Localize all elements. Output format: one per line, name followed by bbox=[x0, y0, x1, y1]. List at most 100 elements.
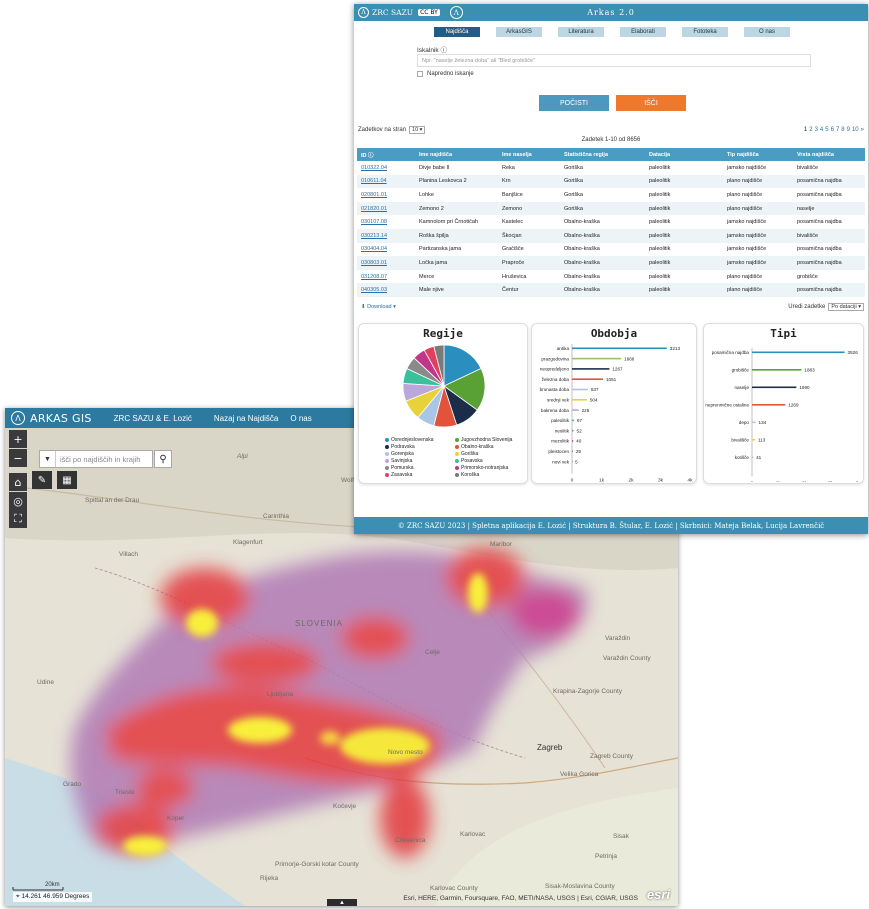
sort-select[interactable]: Po dataciji ▾ bbox=[828, 303, 864, 311]
nav-back-to-sites[interactable]: Nazaj na Najdišča bbox=[214, 414, 278, 423]
clear-button[interactable]: POČISTI bbox=[539, 95, 609, 111]
table-row[interactable]: 020801.01 Lohke Banjšice Goriška paleolitik p… bbox=[357, 188, 865, 202]
table-row[interactable]: 021820.01 Zemono 2 Zemono Goriška paleolitik… bbox=[357, 201, 865, 216]
col-site-type[interactable]: Tip najdišča bbox=[723, 148, 793, 161]
collapse-panel-button[interactable]: ▲ bbox=[327, 899, 357, 906]
fullscreen-icon[interactable]: ⛶ bbox=[9, 510, 27, 528]
per-page-select[interactable]: 10 ▾ bbox=[409, 126, 426, 134]
locate-icon[interactable]: ◎ bbox=[9, 492, 27, 510]
legend-item[interactable]: Posavska bbox=[455, 458, 515, 464]
search-button[interactable]: IŠČI bbox=[616, 95, 686, 111]
zoom-in-button[interactable]: + bbox=[9, 430, 27, 448]
col-site-kind[interactable]: Vrsta najdišča bbox=[793, 148, 865, 161]
page-8[interactable]: 8 bbox=[841, 127, 844, 133]
page-6[interactable]: 6 bbox=[831, 127, 834, 133]
bar[interactable] bbox=[572, 429, 574, 432]
nav-about[interactable]: O nas bbox=[290, 414, 311, 423]
bar[interactable] bbox=[752, 369, 802, 371]
table-row[interactable]: 010611.04 Planina Leskovca 2 Krn Goriška pal… bbox=[357, 174, 865, 189]
col-site-name[interactable]: Ime najdišča bbox=[415, 148, 498, 161]
zoom-out-button[interactable]: − bbox=[9, 449, 27, 467]
bar[interactable] bbox=[572, 450, 573, 453]
bar[interactable] bbox=[752, 456, 754, 459]
tab-o-nas[interactable]: O nas bbox=[744, 27, 790, 37]
bar[interactable] bbox=[752, 351, 845, 354]
legend-item[interactable]: Koroška bbox=[455, 472, 515, 478]
site-id-link[interactable]: 030213.14 bbox=[357, 228, 415, 243]
basemap-gallery-icon[interactable]: ▦ bbox=[57, 471, 77, 489]
table-row[interactable]: 030107.08 Kamnolom pri Črnotičah Kastelec O… bbox=[357, 215, 865, 229]
page-5[interactable]: 5 bbox=[825, 127, 828, 133]
bar[interactable] bbox=[572, 409, 579, 411]
col-region[interactable]: Statistična regija bbox=[560, 148, 645, 161]
table-row[interactable]: 010322.04 Divje babe II Reka Goriška paleoli… bbox=[357, 161, 865, 175]
legend-item[interactable]: Gorenjska bbox=[385, 451, 455, 457]
legend-item[interactable]: Primorsko-notranjska bbox=[455, 465, 515, 471]
page-10[interactable]: 10 bbox=[852, 127, 859, 133]
advanced-search-toggle[interactable]: Napredno iskanje bbox=[417, 71, 474, 77]
site-id-link[interactable]: 030803.01 bbox=[357, 256, 415, 270]
tab-elaborati[interactable]: Elaborati bbox=[620, 27, 666, 37]
download-button[interactable]: ⬇ Download ▾ bbox=[361, 304, 396, 310]
legend-item[interactable]: Obalno-kraška bbox=[455, 444, 515, 450]
legend-item[interactable]: Podravska bbox=[385, 444, 455, 450]
table-row[interactable]: 030213.14 Roška špilja Škocjan Obalno-krašk… bbox=[357, 228, 865, 243]
bar[interactable] bbox=[572, 357, 622, 360]
bar[interactable] bbox=[572, 378, 604, 380]
page-7[interactable]: 7 bbox=[836, 127, 839, 133]
site-id-link[interactable]: 030107.08 bbox=[357, 215, 415, 229]
page-next[interactable]: » bbox=[861, 127, 864, 133]
page-9[interactable]: 9 bbox=[847, 127, 850, 133]
table-cell: Goriška bbox=[560, 174, 645, 189]
site-id-link[interactable]: 031208.07 bbox=[357, 270, 415, 284]
bar[interactable] bbox=[572, 419, 574, 422]
legend-item[interactable]: Goriška bbox=[455, 451, 515, 457]
tab-fototeka[interactable]: Fototeka bbox=[682, 27, 728, 37]
legend-label: Osrednjeslovenska bbox=[391, 437, 434, 443]
site-id-link[interactable]: 020801.01 bbox=[357, 188, 415, 202]
bar[interactable] bbox=[572, 399, 587, 401]
site-id-link[interactable]: 030404.04 bbox=[357, 243, 415, 257]
site-id-link[interactable]: 010611.04 bbox=[357, 174, 415, 189]
site-id-link[interactable]: 021820.01 bbox=[357, 201, 415, 216]
legend-item[interactable]: Pomurska bbox=[385, 465, 455, 471]
bar[interactable] bbox=[752, 386, 797, 389]
bar[interactable] bbox=[752, 439, 755, 441]
home-icon[interactable]: ⌂ bbox=[9, 473, 27, 491]
legend-item[interactable]: Jugovzhodna Slovenija bbox=[455, 437, 515, 443]
table-row[interactable]: 030803.01 Ločka jama Praproče Obalno-kraška… bbox=[357, 256, 865, 270]
search-icon[interactable]: ⚲ bbox=[154, 450, 172, 468]
advanced-search-checkbox[interactable] bbox=[417, 71, 423, 77]
col-id[interactable]: ID ⓘ bbox=[357, 148, 415, 161]
site-id-link[interactable]: 010322.04 bbox=[357, 161, 415, 175]
table-row[interactable]: 031208.07 Merce Hruševica Obalno-kraška pale… bbox=[357, 270, 865, 284]
table-row[interactable]: 030404.04 Partizanska jama Gračišče Obalno-… bbox=[357, 243, 865, 257]
page-2[interactable]: 2 bbox=[809, 127, 812, 133]
draw-pen-icon[interactable]: ✎ bbox=[32, 471, 52, 489]
tab-literatura[interactable]: Literatura bbox=[558, 27, 604, 37]
tab-arkasgis[interactable]: ArkasGIS bbox=[496, 27, 542, 37]
bar[interactable] bbox=[572, 388, 588, 391]
legend-item[interactable]: Zasavska bbox=[385, 472, 455, 478]
legend-item[interactable]: Savinjska bbox=[385, 458, 455, 464]
site-id-link[interactable]: 040305.03 bbox=[357, 283, 415, 297]
bar[interactable] bbox=[572, 368, 610, 370]
page-1[interactable]: 1 bbox=[804, 127, 807, 133]
tab-najdisca[interactable]: Najdišča bbox=[434, 27, 480, 37]
bar[interactable] bbox=[572, 440, 574, 442]
search-input[interactable]: Npr. "naselje železna doba" ali "Bled gr… bbox=[417, 54, 811, 67]
bar[interactable] bbox=[572, 460, 573, 463]
table-row[interactable]: 040305.03 Male njive Čentur Obalno-kraška pa… bbox=[357, 283, 865, 297]
col-settlement[interactable]: Ime naselja bbox=[498, 148, 560, 161]
page-3[interactable]: 3 bbox=[815, 127, 818, 133]
bar[interactable] bbox=[752, 404, 786, 406]
label-trieste: Trieste bbox=[115, 789, 135, 796]
map-search-input[interactable]: ▼ išči po najdiščih in krajih bbox=[39, 450, 153, 468]
search-source-dropdown-icon[interactable]: ▼ bbox=[40, 451, 56, 467]
cc-license-badge[interactable]: CC BY bbox=[418, 9, 440, 16]
bar[interactable] bbox=[572, 347, 667, 350]
bar[interactable] bbox=[752, 421, 756, 424]
page-4[interactable]: 4 bbox=[820, 127, 823, 133]
legend-item[interactable]: Osrednjeslovenska bbox=[385, 437, 455, 443]
col-dating[interactable]: Datacija bbox=[645, 148, 723, 161]
